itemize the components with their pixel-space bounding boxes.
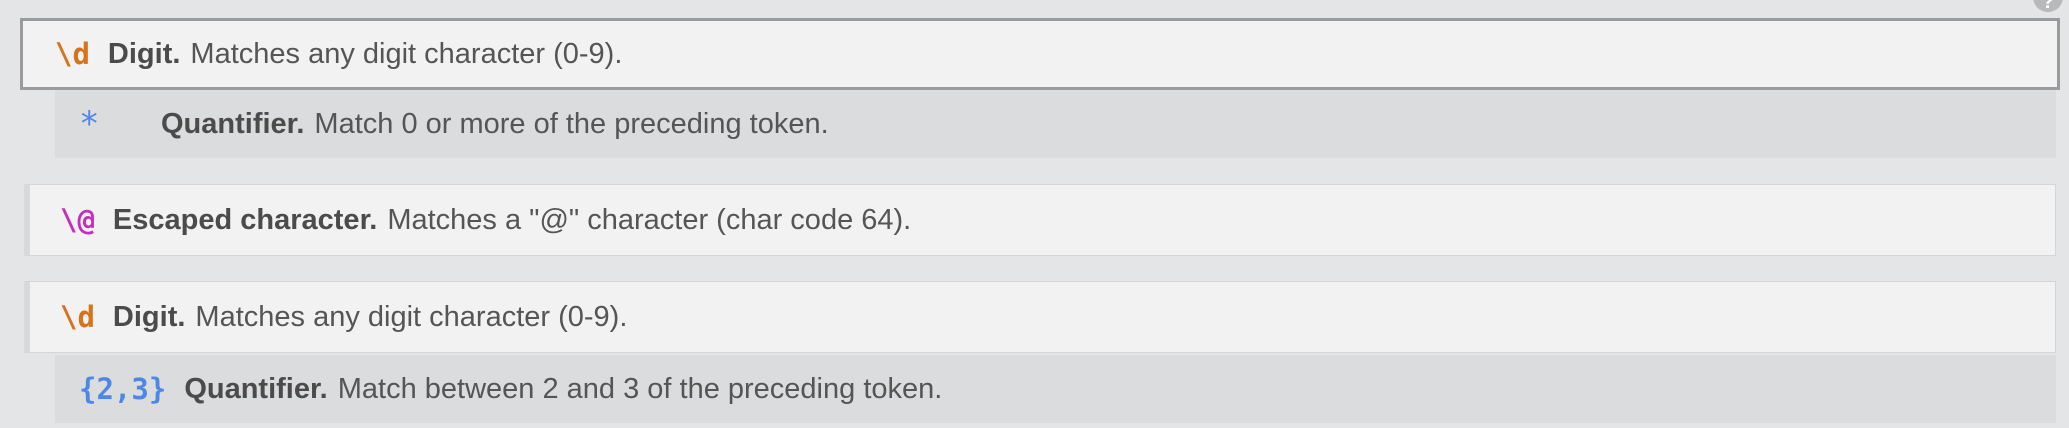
help-icon[interactable]: ?: [2033, 0, 2063, 13]
token-row-quantifier-star[interactable]: * Quantifier. Match 0 or more of the pre…: [55, 90, 2056, 158]
token-description: Match 0 or more of the preceding token.: [314, 107, 829, 140]
escaped-char-token: \@: [60, 203, 95, 237]
token-label: Quantifier.: [184, 372, 328, 405]
token-row-digit[interactable]: \d Digit. Matches any digit character (0…: [24, 281, 2056, 353]
star-quantifier-token: *: [79, 104, 100, 144]
token-label: Digit.: [112, 300, 186, 333]
token-description: Matches any digit character (0-9).: [195, 300, 628, 333]
token-row-escaped-at[interactable]: \@ Escaped character. Matches a "@" char…: [24, 184, 2056, 256]
token-label: Quantifier.: [161, 107, 305, 140]
range-quantifier-token: {2,3}: [79, 372, 167, 406]
token-row-quantifier-range[interactable]: {2,3} Quantifier. Match between 2 and 3 …: [55, 355, 2056, 423]
digit-token: \d: [55, 37, 90, 71]
explanation-panel: \d Digit. Matches any digit character (0…: [0, 0, 2069, 428]
token-row-digit[interactable]: \d Digit. Matches any digit character (0…: [20, 18, 2060, 90]
token-description: Matches any digit character (0-9).: [190, 37, 623, 70]
digit-token: \d: [60, 300, 95, 334]
token-description: Match between 2 and 3 of the preceding t…: [337, 372, 943, 405]
token-description: Matches a "@" character (char code 64).: [387, 203, 912, 236]
token-label: Digit.: [107, 37, 181, 70]
token-label: Escaped character.: [112, 203, 378, 236]
